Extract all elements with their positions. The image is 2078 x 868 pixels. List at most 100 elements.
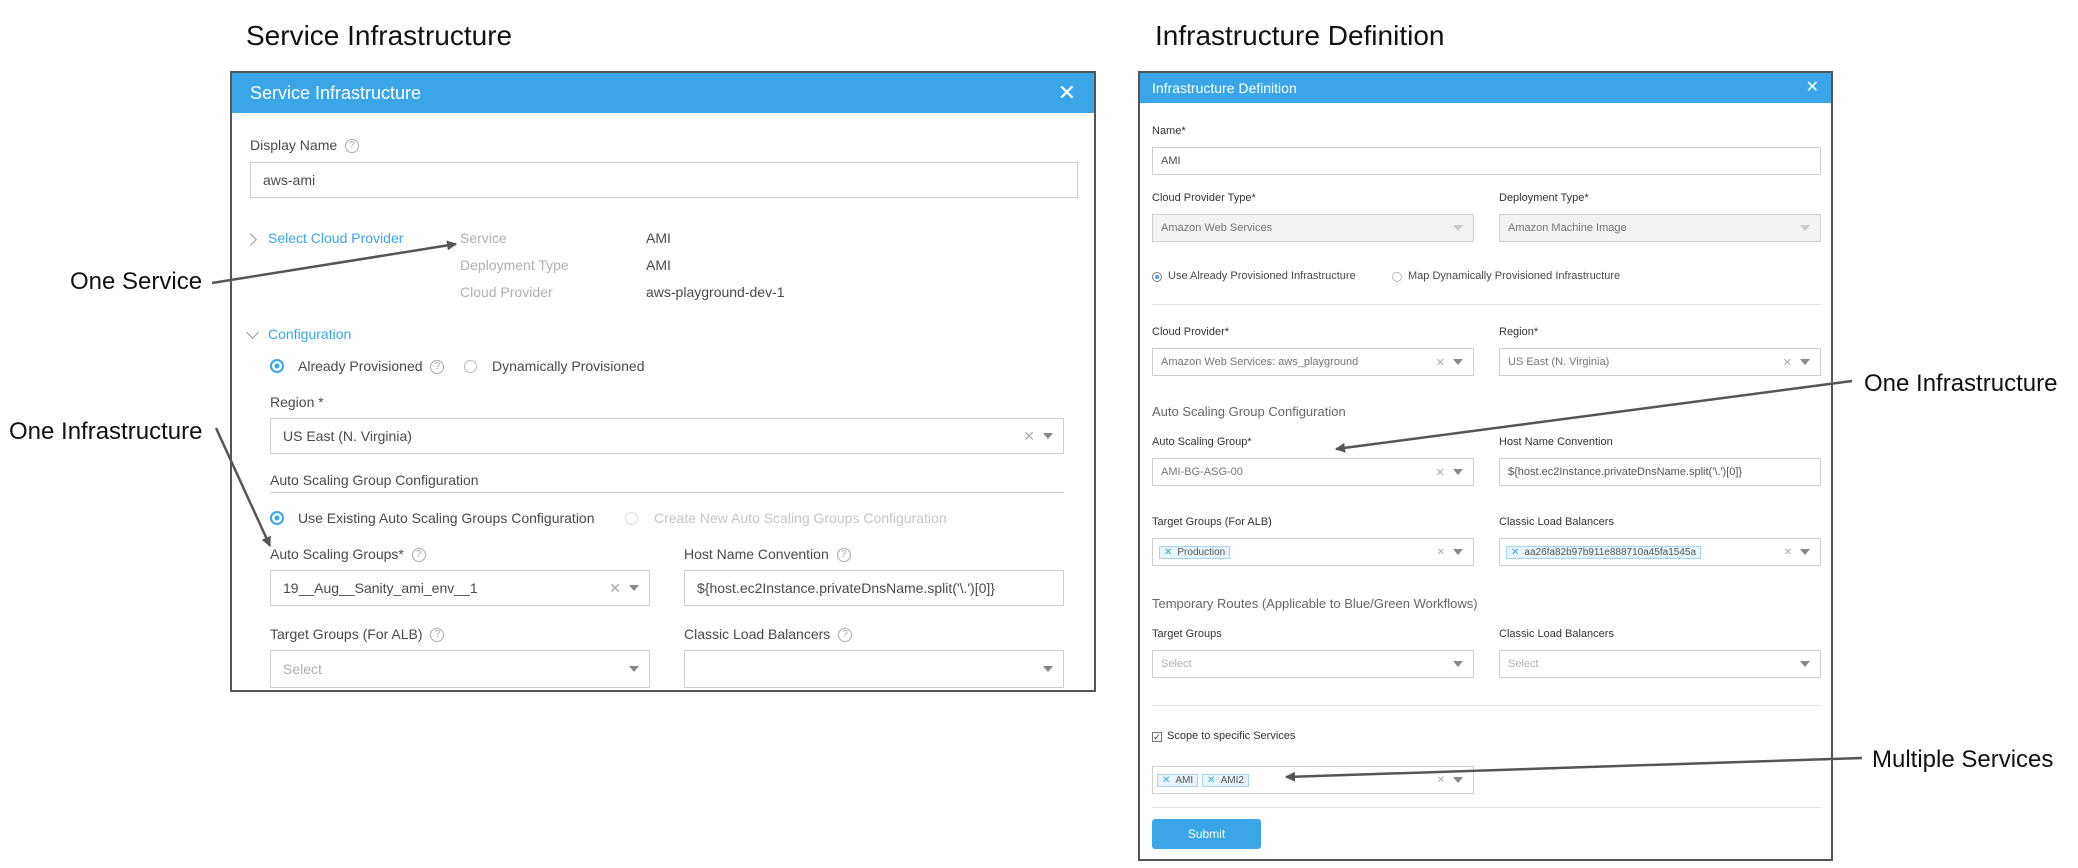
clb-select[interactable] (684, 650, 1064, 688)
chevron-right-icon[interactable] (244, 233, 257, 246)
cloud-provider-type-select[interactable]: Amazon Web Services (1152, 214, 1474, 242)
close-icon[interactable]: ✕ (1806, 80, 1819, 96)
caret-down-icon[interactable] (1800, 359, 1810, 365)
target-groups-label-text: Target Groups (For ALB) (270, 626, 423, 642)
help-icon[interactable]: ? (430, 628, 445, 643)
cloud-provider-type-value: Amazon Web Services (1161, 222, 1273, 234)
target-groups-select[interactable]: Select (270, 650, 650, 688)
caret-down-icon[interactable] (1453, 661, 1463, 667)
help-icon[interactable]: ? (345, 139, 360, 154)
name-input[interactable]: AMI (1152, 147, 1821, 175)
configuration-section-toggle[interactable]: Configuration (268, 326, 351, 342)
scope-services-select[interactable]: ✕ AMI ✕ AMI2 ✕ (1152, 766, 1474, 794)
temp-target-groups-select[interactable]: Select (1152, 650, 1474, 678)
divider (1152, 807, 1821, 808)
caret-down-icon[interactable] (1800, 225, 1810, 231)
host-name-label: Host Name Convention (1499, 436, 1613, 448)
temp-target-groups-label: Target Groups (1152, 628, 1222, 640)
caret-down-icon[interactable] (629, 585, 639, 591)
remove-tag-icon[interactable]: ✕ (1207, 775, 1215, 786)
region-select[interactable]: US East (N. Virginia) ✕ (1499, 348, 1821, 376)
host-name-input[interactable]: ${host.ec2Instance.privateDnsName.split(… (1499, 458, 1821, 486)
divider (270, 492, 1064, 493)
asg-value: AMI-BG-ASG-00 (1161, 466, 1243, 478)
remove-tag-icon[interactable]: ✕ (1164, 547, 1172, 558)
deployment-type-select[interactable]: Amazon Machine Image (1499, 214, 1821, 242)
help-icon[interactable]: ? (838, 628, 853, 643)
divider (1152, 705, 1821, 706)
dynamically-provisioned-radio[interactable] (464, 360, 477, 373)
target-groups-placeholder: Select (283, 661, 322, 677)
cloud-provider-select[interactable]: Amazon Web Services: aws_playground ✕ (1152, 348, 1474, 376)
callout-one-infrastructure-right: One Infrastructure (1864, 370, 2058, 397)
target-groups-alb-label: Target Groups (For ALB) (1152, 516, 1272, 528)
caret-down-icon[interactable] (1800, 549, 1810, 555)
clb-select[interactable]: ✕ aa26fa82b97b911e888710a45fa1545a ✕ (1499, 538, 1821, 566)
help-icon[interactable]: ? (430, 360, 445, 375)
help-icon[interactable]: ? (836, 548, 851, 563)
callout-multiple-services: Multiple Services (1872, 746, 2054, 773)
asg-select[interactable]: AMI-BG-ASG-00 ✕ (1152, 458, 1474, 486)
region-value: US East (N. Virginia) (283, 428, 412, 444)
clear-icon[interactable]: ✕ (1023, 428, 1035, 445)
use-existing-asg-radio[interactable] (270, 511, 284, 525)
help-icon[interactable]: ? (411, 548, 426, 563)
clb-tags: ✕ aa26fa82b97b911e888710a45fa1545a (1506, 545, 1784, 559)
caret-down-icon[interactable] (1043, 433, 1053, 439)
heading-service-infrastructure: Service Infrastructure (246, 20, 513, 51)
temp-clb-select[interactable]: Select (1499, 650, 1821, 678)
caret-down-icon[interactable] (1453, 469, 1463, 475)
remove-tag-icon[interactable]: ✕ (1162, 775, 1170, 786)
caret-down-icon[interactable] (1800, 661, 1810, 667)
clear-icon[interactable]: ✕ (1784, 547, 1792, 558)
callout-one-infrastructure-left: One Infrastructure (9, 418, 203, 445)
asg-label: Auto Scaling Group* (1152, 436, 1252, 448)
deployment-type-value: Amazon Machine Image (1508, 222, 1627, 234)
scope-label: Scope to specific Services (1167, 730, 1296, 742)
tag-label: AMI (1175, 774, 1194, 786)
caret-down-icon[interactable] (1453, 777, 1463, 783)
clear-icon[interactable]: ✕ (1437, 775, 1445, 786)
cloud-provider-label: Cloud Provider* (1152, 326, 1230, 338)
summary-cloud-provider-label: Cloud Provider (460, 284, 553, 300)
submit-button[interactable]: Submit (1152, 819, 1261, 849)
use-already-provisioned-radio[interactable] (1152, 272, 1162, 282)
asg-select[interactable]: 19__Aug__Sanity_ami_env__1 ✕ (270, 570, 650, 606)
target-groups-alb-select[interactable]: ✕ Production ✕ (1152, 538, 1474, 566)
chevron-down-icon[interactable] (246, 326, 259, 339)
clear-icon[interactable]: ✕ (1783, 356, 1792, 369)
scope-checkbox[interactable]: ✓ (1152, 732, 1162, 742)
host-name-input[interactable]: ${host.ec2Instance.privateDnsName.split(… (684, 570, 1064, 606)
display-name-input[interactable]: aws-ami (250, 162, 1078, 198)
tag: ✕ AMI2 (1202, 773, 1249, 787)
caret-down-icon[interactable] (1453, 549, 1463, 555)
clear-icon[interactable]: ✕ (1437, 547, 1445, 558)
asg-config-label: Auto Scaling Group Configuration (1152, 404, 1346, 419)
remove-tag-icon[interactable]: ✕ (1511, 547, 1519, 558)
dialog-header: Infrastructure Definition ✕ (1140, 73, 1831, 103)
asg-value: 19__Aug__Sanity_ami_env__1 (283, 580, 478, 596)
dialog-title: Service Infrastructure (250, 82, 422, 103)
create-new-asg-label: Create New Auto Scaling Groups Configura… (654, 510, 947, 526)
create-new-asg-radio[interactable] (625, 512, 638, 525)
map-dynamic-label: Map Dynamically Provisioned Infrastructu… (1408, 270, 1621, 282)
region-select[interactable]: US East (N. Virginia) ✕ (270, 418, 1064, 454)
caret-down-icon[interactable] (1453, 225, 1463, 231)
select-cloud-provider-link[interactable]: Select Cloud Provider (268, 230, 403, 246)
tag: ✕ AMI (1157, 773, 1199, 787)
already-provisioned-radio[interactable] (270, 359, 284, 373)
asg-label: Auto Scaling Groups* ? (270, 546, 426, 563)
deployment-type-label: Deployment Type* (1499, 192, 1589, 204)
heading-infrastructure-definition: Infrastructure Definition (1155, 20, 1445, 51)
clear-icon[interactable]: ✕ (609, 580, 621, 597)
clear-icon[interactable]: ✕ (1436, 356, 1445, 369)
caret-down-icon[interactable] (1453, 359, 1463, 365)
caret-down-icon[interactable] (1043, 666, 1053, 672)
clear-icon[interactable]: ✕ (1436, 466, 1445, 479)
close-icon[interactable]: ✕ (1058, 82, 1076, 104)
divider (1152, 304, 1821, 305)
host-name-label-text: Host Name Convention (684, 546, 829, 562)
caret-down-icon[interactable] (629, 666, 639, 672)
map-dynamic-radio[interactable] (1392, 272, 1402, 282)
region-label: Region* (1499, 326, 1539, 338)
